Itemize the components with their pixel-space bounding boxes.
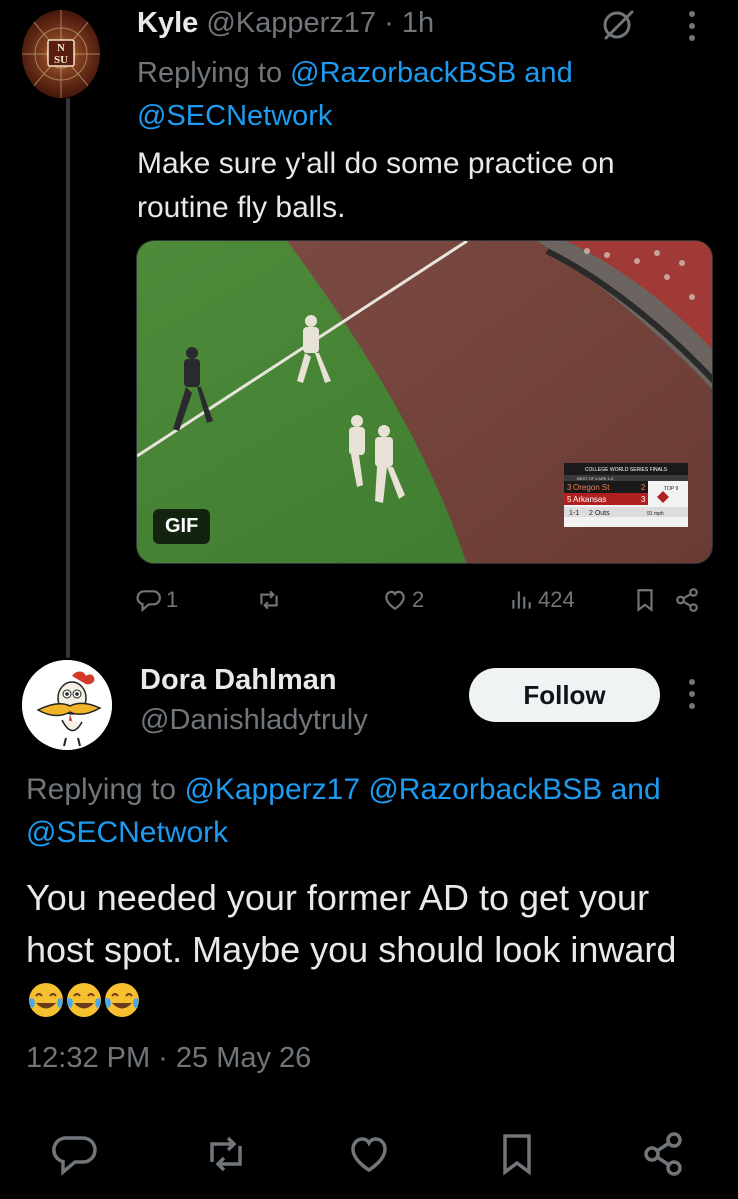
tweet-time[interactable]: 1h (402, 7, 434, 39)
scoreboard-title: COLLEGE WORLD SERIES FINALS (585, 467, 668, 473)
avatar-kyle[interactable]: N SU (22, 10, 100, 98)
team1-seed: 3 (567, 483, 572, 492)
author-name[interactable]: Kyle (137, 7, 198, 39)
mention-kapperz17[interactable]: @Kapperz17 (184, 773, 360, 806)
repost-icon (260, 590, 278, 610)
replying-prefix: Replying to (26, 773, 185, 806)
like-button[interactable]: 2 (382, 582, 424, 618)
tweet2-body: You needed your former AD to get your ho… (26, 877, 677, 970)
reply-button[interactable]: 1 (136, 582, 178, 618)
follow-button[interactable]: Follow (469, 668, 660, 722)
face-with-tears-of-joy-icon (105, 983, 139, 1017)
like-button[interactable] (345, 1130, 393, 1178)
repost-button[interactable] (202, 1130, 250, 1178)
inning: TOP 9 (664, 486, 678, 492)
reply-icon (136, 590, 161, 613)
count: 1-1 (569, 510, 579, 517)
thread-connector-line (66, 98, 70, 658)
separator-dot: · (384, 7, 394, 39)
mention-razorbackbsb[interactable]: @RazorbackBSB (290, 57, 516, 89)
face-with-tears-of-joy-icon (29, 983, 63, 1017)
like-icon (351, 1137, 387, 1173)
replying-to: Replying to @Kapperz17 @RazorbackBSB and… (26, 768, 726, 854)
author-handle[interactable]: @Kapperz17 (206, 7, 376, 39)
tweet-timestamp[interactable]: 12:32 PM · 25 May 26 (26, 1038, 311, 1078)
bookmark-button[interactable] (632, 582, 658, 618)
bookmark-icon (637, 589, 653, 612)
avatar-dora[interactable] (22, 660, 112, 750)
grok-icon[interactable] (600, 6, 636, 42)
mention-secnetwork[interactable]: @SECNetwork (137, 100, 332, 132)
repost-button[interactable] (256, 582, 286, 618)
more-icon[interactable] (682, 676, 702, 712)
reply-count: 1 (166, 587, 179, 612)
mention-and: and (602, 773, 661, 806)
pitch-speed: 91 mph (647, 511, 664, 517)
views-icon (512, 591, 531, 609)
share-icon (644, 1132, 682, 1176)
like-icon (385, 590, 405, 610)
author-name[interactable]: Dora Dahlman (140, 662, 337, 698)
views-count: 424 (538, 587, 575, 612)
team1-name: Oregon St (573, 483, 610, 492)
bookmark-button[interactable] (493, 1130, 541, 1178)
tweet2-actions (0, 1130, 738, 1186)
replying-prefix: Replying to (137, 57, 291, 89)
gif-media[interactable]: COLLEGE WORLD SERIES FINALS BEST OF 3 AR… (136, 240, 713, 564)
team1-score: 2 (641, 483, 646, 492)
views-button[interactable]: 424 (508, 582, 575, 618)
tweet2-text: You needed your former AD to get your ho… (26, 872, 716, 1028)
more-icon[interactable] (682, 8, 702, 44)
svg-text:N: N (57, 42, 65, 54)
share-icon (676, 588, 698, 612)
replying-to: Replying to @RazorbackBSB and @SECNetwor… (137, 52, 697, 138)
svg-text:SU: SU (54, 54, 68, 66)
team2-name: Arkansas (573, 495, 606, 504)
tweet1-text: Make sure y'all do some practice on rout… (137, 147, 615, 224)
bookmark-icon (503, 1134, 531, 1176)
share-button[interactable] (674, 582, 700, 618)
outs: 2 Outs (589, 510, 610, 517)
reply-button[interactable] (51, 1130, 99, 1178)
like-count: 2 (412, 587, 425, 612)
gif-badge: GIF (153, 509, 211, 544)
scoreboard-subtitle: BEST OF 3 ARK 1-0 (577, 476, 614, 481)
mention-and: and (516, 57, 573, 89)
tweet1-actions: 1 2 424 (136, 582, 706, 618)
reply-icon (52, 1136, 97, 1176)
share-button[interactable] (640, 1130, 688, 1178)
mention-secnetwork[interactable]: @SECNetwork (26, 816, 228, 849)
team2-seed: 5 (567, 495, 572, 504)
repost-icon (210, 1136, 242, 1172)
author-handle[interactable]: @Danishladytruly (140, 702, 368, 738)
tweet1-header: Kyle @Kapperz17 · 1h (137, 6, 434, 40)
mention-razorbackbsb[interactable]: @RazorbackBSB (368, 773, 602, 806)
face-with-tears-of-joy-icon (67, 983, 101, 1017)
team2-score: 3 (641, 495, 646, 504)
